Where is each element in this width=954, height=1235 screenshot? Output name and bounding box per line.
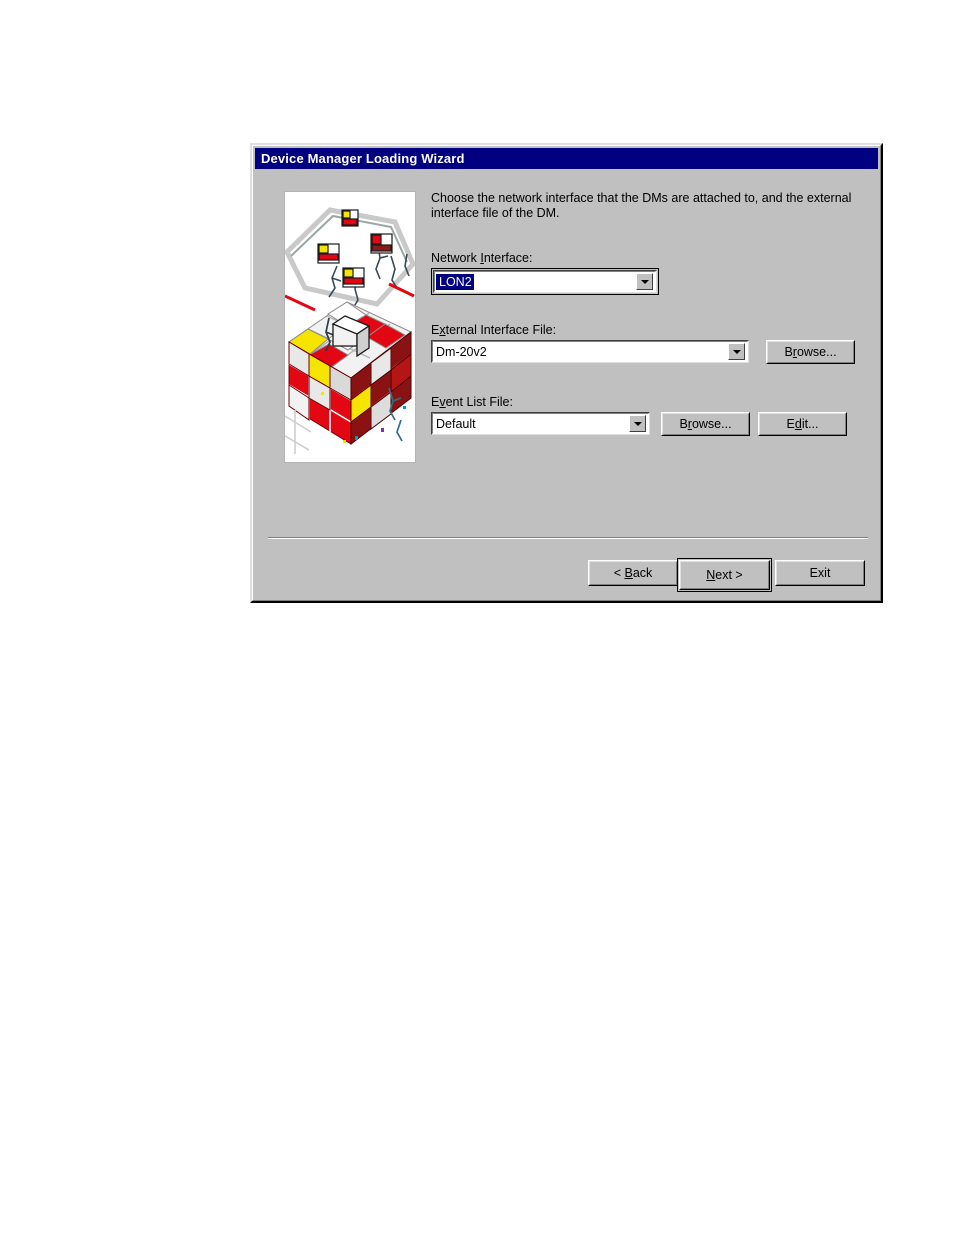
chevron-down-icon[interactable] [629, 415, 646, 432]
event-list-file-field: Event List File: Default Browse... Edit.… [431, 395, 862, 436]
window-title: Device Manager Loading Wizard [261, 151, 465, 166]
network-interface-value: LON2 [436, 273, 474, 290]
browse-external-interface-file-label: Browse... [784, 345, 837, 359]
edit-event-list-file-label: Edit... [786, 417, 819, 431]
browse-event-list-file-button[interactable]: Browse... [661, 412, 750, 436]
external-interface-file-label: External Interface File: [431, 323, 557, 337]
wizard-content: Choose the network interface that the DM… [431, 191, 856, 221]
event-list-file-value: Default [436, 416, 476, 431]
next-button[interactable]: Next > [677, 558, 772, 592]
instruction-text: Choose the network interface that the DM… [431, 191, 852, 220]
next-button-label: Next > [706, 568, 743, 582]
wizard-illustration [284, 191, 416, 463]
external-interface-file-value: Dm-20v2 [436, 344, 487, 359]
browse-event-list-file-label: Browse... [679, 417, 732, 431]
titlebar[interactable]: Device Manager Loading Wizard [255, 148, 878, 169]
network-interface-label: Network Interface: [431, 251, 533, 265]
chevron-down-icon[interactable] [636, 273, 653, 290]
back-button-label: < Back [613, 566, 653, 580]
wizard-illustration-graphic [285, 192, 415, 462]
exit-button[interactable]: Exit [775, 560, 865, 586]
edit-event-list-file-button[interactable]: Edit... [758, 412, 847, 436]
device-manager-loading-wizard-dialog: Device Manager Loading Wizard Choose the… [250, 143, 883, 603]
chevron-down-icon[interactable] [728, 343, 745, 360]
back-button[interactable]: < Back [588, 560, 678, 586]
event-list-file-label: Event List File: [431, 395, 513, 409]
external-interface-file-combo-outer[interactable]: Dm-20v2 [431, 340, 749, 363]
network-interface-combo-outer[interactable]: LON2 [433, 270, 657, 293]
next-button-face[interactable]: Next > [679, 560, 770, 590]
network-interface-field: Network Interface: LON2 [431, 251, 659, 295]
network-interface-combobox[interactable]: LON2 [434, 271, 656, 292]
external-interface-file-field: External Interface File: Dm-20v2 Browse.… [431, 323, 862, 364]
wizard-button-row: < Back Next > Exit [252, 558, 881, 592]
event-list-file-combobox[interactable]: Default [432, 413, 649, 434]
external-interface-file-combobox[interactable]: Dm-20v2 [432, 341, 748, 362]
browse-external-interface-file-button[interactable]: Browse... [766, 340, 855, 364]
network-interface-combo-focus-ring: LON2 [431, 268, 659, 295]
event-list-file-combo-outer[interactable]: Default [431, 412, 650, 435]
exit-button-label: Exit [809, 566, 831, 580]
footer-separator [268, 537, 868, 539]
